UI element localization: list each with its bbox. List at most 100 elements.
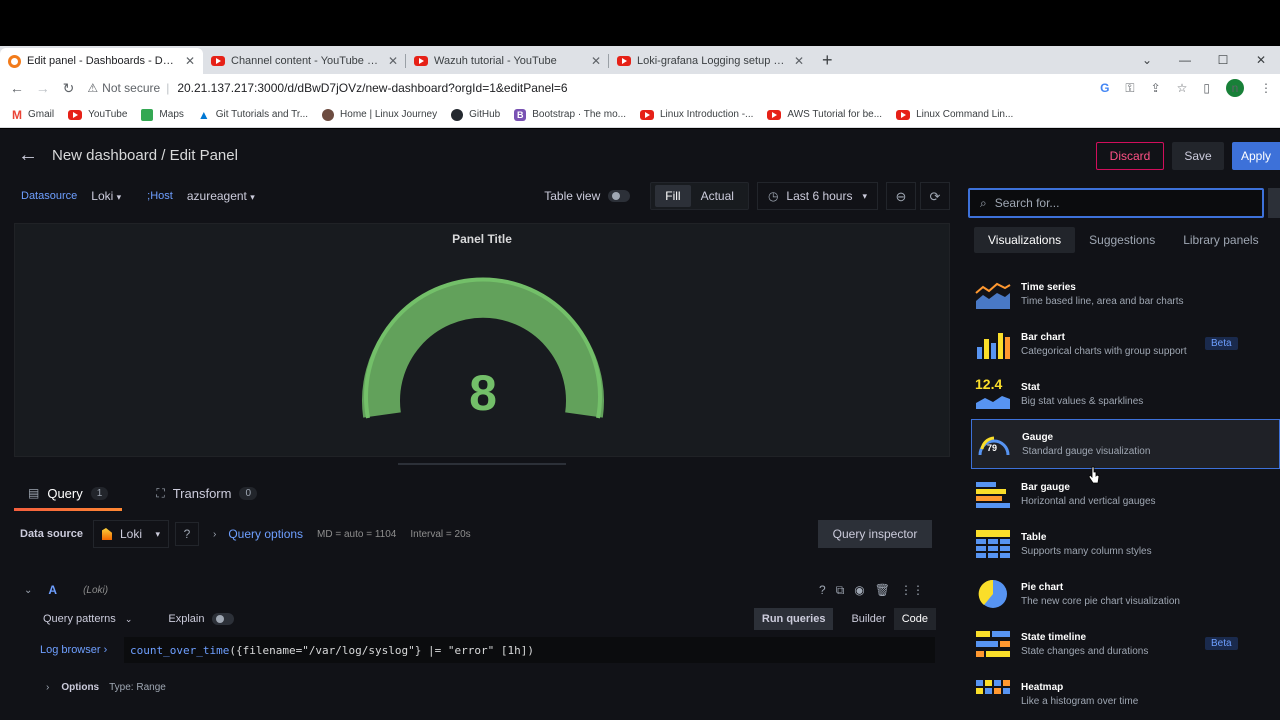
query-options-row[interactable]: › Options Type: Range [24, 677, 935, 697]
viz-bar-gauge[interactable]: Bar gauge Horizontal and vertical gauges [971, 469, 1280, 519]
viz-desc: Standard gauge visualization [1022, 445, 1151, 457]
query-patterns-select[interactable]: Query patterns ⌄ [43, 613, 132, 625]
fill-option[interactable]: Fill [655, 185, 691, 207]
chevron-down-icon[interactable]: ⌄ [1128, 53, 1166, 67]
query-ref-id[interactable]: A [48, 583, 57, 597]
bookmark-gmail[interactable]: M Gmail [12, 108, 54, 122]
apply-button[interactable]: Apply [1232, 142, 1280, 170]
datasource-variable-select[interactable]: Loki ▾ [91, 189, 121, 203]
explain-toggle[interactable]: Explain [168, 613, 235, 625]
bookmark-github[interactable]: GitHub [451, 108, 500, 121]
back-arrow-icon[interactable]: ← [18, 144, 38, 167]
help-icon[interactable]: ? [174, 522, 199, 546]
duplicate-icon[interactable]: ⧉ [836, 583, 845, 598]
refresh-icon[interactable]: ⟳ [920, 182, 950, 210]
bookmark-maps[interactable]: Maps [141, 108, 184, 121]
close-icon[interactable]: ✕ [388, 54, 398, 68]
tab-loki-grafana[interactable]: Loki-grafana Logging setup - Yo ✕ [609, 48, 812, 74]
host-variable-select[interactable]: azureagent ▾ [187, 189, 255, 203]
transform-icon: ⛶ [156, 485, 165, 500]
viz-name: Bar chart [1021, 331, 1065, 343]
youtube-icon [211, 56, 225, 66]
page-title: New dashboard / Edit Panel [52, 146, 238, 164]
tab-edit-panel[interactable]: Edit panel - Dashboards - Dashb ✕ [0, 48, 203, 74]
viz-table[interactable]: Table Supports many column styles [971, 519, 1280, 569]
tab-library-panels[interactable]: Library panels [1169, 227, 1272, 253]
builder-option[interactable]: Builder [843, 608, 893, 630]
eye-icon[interactable]: ◉ [854, 583, 864, 598]
url-field[interactable]: ⚠ Not secure | 20.21.137.217:3000/d/dBwD… [87, 76, 1100, 100]
close-icon[interactable]: ✕ [591, 54, 601, 68]
time-range-picker[interactable]: ◷ Last 6 hours ▾ [756, 182, 878, 210]
tab-suggestions[interactable]: Suggestions [1075, 227, 1169, 253]
viz-gauge[interactable]: 79 Gauge Standard gauge visualization [971, 419, 1280, 469]
close-icon[interactable]: ✕ [185, 54, 195, 68]
bookmark-linux-intro[interactable]: Linux Introduction -... [640, 109, 753, 120]
pane-divider[interactable] [956, 189, 964, 720]
save-button[interactable]: Save [1172, 142, 1224, 170]
google-icon[interactable]: G [1100, 81, 1109, 95]
minimize-icon[interactable]: — [1166, 53, 1204, 67]
code-option[interactable]: Code [893, 608, 936, 630]
bookmark-label: AWS Tutorial for be... [787, 109, 883, 120]
query-expression-input[interactable]: count_over_time({filename="/var/log/sysl… [130, 644, 534, 657]
tab-channel-content[interactable]: Channel content - YouTube Stud ✕ [203, 48, 406, 74]
chevron-right-icon: › [212, 528, 217, 540]
viz-time-series[interactable]: Time series Time based line, area and bar… [971, 269, 1280, 319]
host-variable-value: azureagent [186, 189, 247, 203]
tab-wazuh[interactable]: Wazuh tutorial - YouTube ✕ [406, 48, 609, 74]
sidepanel-icon[interactable]: ▯ [1203, 81, 1210, 95]
viz-bar-chart[interactable]: Bar chart Categorical charts with group s… [971, 319, 1280, 369]
bookmark-aws[interactable]: AWS Tutorial for be... [767, 109, 882, 120]
url-separator: | [166, 81, 170, 95]
toggle-switch[interactable] [608, 190, 631, 202]
close-icon[interactable]: ✕ [794, 54, 804, 68]
share-icon[interactable]: ⇪ [1151, 81, 1161, 95]
bookmark-linux-journey[interactable]: Home | Linux Journey [322, 108, 437, 121]
viz-state-timeline[interactable]: State timeline State changes and duration… [971, 619, 1280, 669]
trash-icon[interactable]: 🗑 [875, 583, 890, 598]
menu-icon[interactable]: ⋮ [1260, 81, 1272, 95]
query-row-header: ⌄ A (Loki) ? ⧉ ◉ 🗑 ⋮⋮ [14, 575, 950, 605]
bookmark-youtube[interactable]: YouTube [68, 109, 127, 120]
avatar[interactable]: n [1226, 79, 1244, 97]
log-browser-button[interactable]: Log browser › [24, 637, 124, 663]
bookmark-linux-command[interactable]: Linux Command Lin... [896, 109, 1013, 120]
new-tab-button[interactable]: + [812, 48, 843, 74]
viz-heatmap[interactable]: Heatmap Like a histogram over time [971, 669, 1280, 719]
query-options-link[interactable]: Query options [228, 527, 303, 541]
drag-handle-icon[interactable]: ⋮⋮ [900, 583, 924, 598]
toggle-switch[interactable] [212, 613, 235, 625]
table-view-toggle[interactable]: Table view [544, 189, 631, 203]
key-icon[interactable]: ⚿ [1125, 81, 1134, 96]
run-queries-button[interactable]: Run queries [753, 608, 834, 630]
back-icon[interactable]: ← [4, 80, 30, 96]
actual-option[interactable]: Actual [691, 185, 744, 207]
star-icon[interactable]: ☆ [1177, 81, 1188, 95]
tab-transform[interactable]: ⛶ Transform 0 [142, 479, 271, 507]
bar-gauge-icon [976, 482, 1010, 508]
collapse-icon[interactable]: ⌄ [24, 585, 32, 596]
resize-handle[interactable] [398, 463, 566, 465]
data-source-select[interactable]: Loki ▾ [92, 520, 169, 548]
bookmark-bootstrap[interactable]: B Bootstrap · The mo... [514, 108, 626, 121]
tab-visualizations[interactable]: Visualizations [974, 227, 1076, 253]
viz-pie-chart[interactable]: Pie chart The new core pie chart visualiz… [971, 569, 1280, 619]
close-picker-button[interactable] [1268, 188, 1280, 218]
zoom-out-icon[interactable]: ⊖ [886, 182, 916, 210]
close-window-icon[interactable]: ✕ [1242, 53, 1280, 67]
maximize-icon[interactable]: ☐ [1204, 53, 1242, 67]
viz-stat[interactable]: 12.4 Stat Big stat values & sparklines [971, 369, 1280, 419]
tab-title: Edit panel - Dashboards - Dashb [27, 55, 179, 67]
tab-query[interactable]: ▤ Query 1 [14, 479, 123, 511]
grafana-app: ← New dashboard / Edit Panel Discard Sav… [0, 129, 1280, 720]
help-icon[interactable]: ? [819, 583, 826, 598]
discard-button[interactable]: Discard [1096, 142, 1164, 170]
reload-icon[interactable]: ↻ [56, 80, 82, 97]
youtube-icon [68, 109, 83, 120]
bookmark-git-tutorials[interactable]: ▲ Git Tutorials and Tr... [198, 108, 308, 122]
query-inspector-button[interactable]: Query inspector [818, 520, 932, 548]
viz-desc: The new core pie chart visualization [1021, 595, 1180, 607]
forward-icon[interactable]: → [30, 80, 56, 96]
search-input[interactable]: ⌕ Search for... [968, 188, 1264, 218]
